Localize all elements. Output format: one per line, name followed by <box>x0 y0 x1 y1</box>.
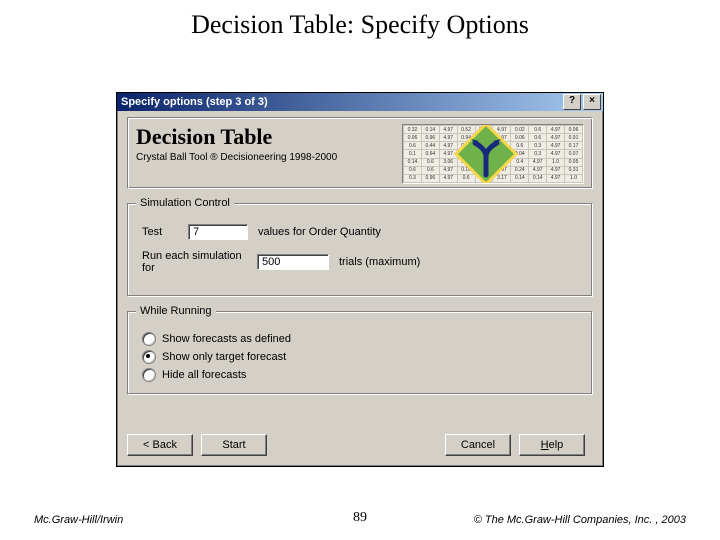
header-subtitle: Crystal Ball Tool ® Decisioneering 1998-… <box>136 152 337 163</box>
radio-icon[interactable] <box>142 368 156 382</box>
page-number: 89 <box>353 510 367 526</box>
radio-label: Show forecasts as defined <box>162 333 291 345</box>
radio-option[interactable]: Show only target forecast <box>142 350 578 364</box>
button-row: < Back Start Cancel Help <box>127 434 593 456</box>
help-button[interactable]: Help <box>519 434 585 456</box>
radio-label: Show only target forecast <box>162 351 286 363</box>
run-suffix: trials (maximum) <box>339 256 420 268</box>
run-label: Run each simulation for <box>142 250 257 274</box>
header-panel: Decision Table Crystal Ball Tool ® Decis… <box>127 117 593 189</box>
radio-option[interactable]: Show forecasts as defined <box>142 332 578 346</box>
header-graphic: 0.320.144.970.520.944.970.020.64.970.060… <box>402 124 584 184</box>
group-legend: While Running <box>136 305 216 317</box>
footer-right: © The Mc.Graw-Hill Companies, Inc. , 200… <box>474 514 686 526</box>
footer-left: Mc.Graw-Hill/Irwin <box>34 514 123 526</box>
dialog-window: Specify options (step 3 of 3) ? × Decisi… <box>116 92 604 467</box>
group-legend: Simulation Control <box>136 197 234 209</box>
run-value-input[interactable] <box>257 254 329 270</box>
test-value-input[interactable] <box>188 224 248 240</box>
titlebar-text: Specify options (step 3 of 3) <box>121 96 268 108</box>
group-simulation-control: Simulation Control Test values for Order… <box>127 203 593 297</box>
close-icon[interactable]: × <box>583 94 601 110</box>
radio-icon[interactable] <box>142 332 156 346</box>
start-button[interactable]: Start <box>201 434 267 456</box>
radio-label: Hide all forecasts <box>162 369 246 381</box>
group-while-running: While Running Show forecasts as definedS… <box>127 311 593 395</box>
fork-road-icon <box>451 124 521 184</box>
header-title: Decision Table <box>136 124 337 150</box>
radio-icon[interactable] <box>142 350 156 364</box>
test-suffix: values for Order Quantity <box>258 226 381 238</box>
test-label: Test <box>142 226 188 238</box>
back-button[interactable]: < Back <box>127 434 193 456</box>
radio-option[interactable]: Hide all forecasts <box>142 368 578 382</box>
titlebar: Specify options (step 3 of 3) ? × <box>117 93 603 111</box>
slide-title: Decision Table: Specify Options <box>0 10 720 40</box>
cancel-button[interactable]: Cancel <box>445 434 511 456</box>
help-icon[interactable]: ? <box>563 94 581 110</box>
